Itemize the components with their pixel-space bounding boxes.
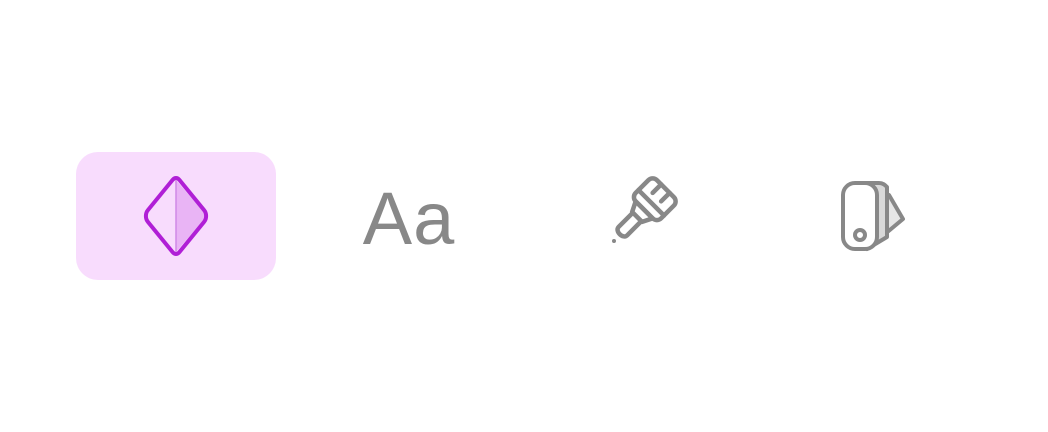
text-icon: Aa	[362, 177, 456, 260]
swatches-tool-button[interactable]	[774, 152, 974, 280]
paintbrush-icon	[595, 171, 685, 261]
brush-tool-button[interactable]	[540, 152, 740, 280]
components-tool-button[interactable]	[76, 152, 276, 280]
swatch-book-icon	[831, 173, 917, 259]
text-tool-button[interactable]: Aa	[309, 152, 509, 280]
diamond-icon	[140, 172, 212, 260]
tool-selector: Aa	[0, 0, 1048, 432]
